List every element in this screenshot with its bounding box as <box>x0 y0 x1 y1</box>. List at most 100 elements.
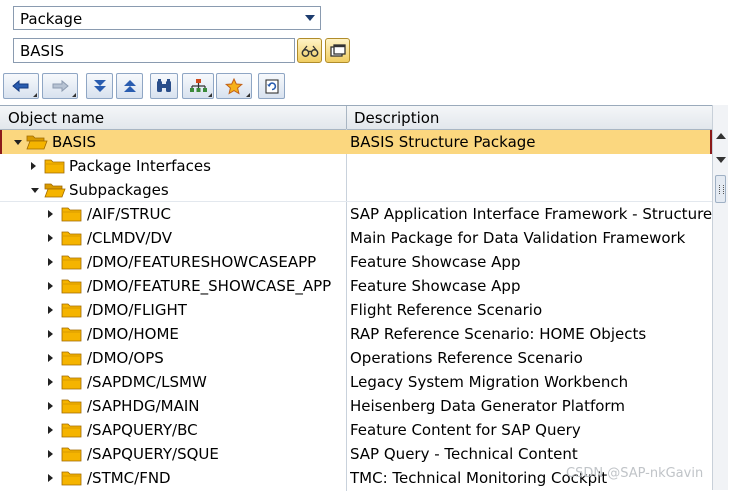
object-name-cell[interactable]: /DMO/FEATURESHOWCASEAPP <box>87 253 316 271</box>
folder-icon <box>61 231 82 246</box>
collapsed-node-icon[interactable] <box>48 330 53 338</box>
object-name-cell[interactable]: /DMO/FLIGHT <box>87 301 187 319</box>
folder-icon <box>61 303 82 318</box>
folder-icon <box>61 351 82 366</box>
tree-row[interactable]: Package Interfaces <box>0 154 712 178</box>
description-cell: BASIS Structure Package <box>350 133 536 151</box>
scroll-down-icon[interactable] <box>716 157 726 163</box>
tree-row[interactable]: BASIS BASIS Structure Package <box>0 130 712 154</box>
object-name-cell[interactable]: /CLMDV/DV <box>87 229 172 247</box>
back-arrow-icon <box>12 79 29 93</box>
collapsed-node-icon[interactable] <box>48 210 53 218</box>
tree-row[interactable]: /SAPDMC/LSMW Legacy System Migration Work… <box>0 370 712 394</box>
new-window-button[interactable] <box>325 38 350 63</box>
back-button[interactable] <box>3 73 39 99</box>
tree-row[interactable]: /DMO/FLIGHT Flight Reference Scenario <box>0 298 712 322</box>
folder-icon <box>61 279 82 294</box>
open-folder-icon <box>44 183 66 198</box>
favorites-star-icon <box>225 77 243 95</box>
tree-row[interactable]: /DMO/FEATURE_SHOWCASE_APP Feature Showcas… <box>0 274 712 298</box>
expand-subtree-button[interactable] <box>86 73 113 99</box>
collapsed-node-icon[interactable] <box>48 234 53 242</box>
description-cell: Legacy System Migration Workbench <box>350 373 629 391</box>
tree-row[interactable]: /DMO/FEATURESHOWCASEAPP Feature Showcase … <box>0 250 712 274</box>
hierarchy-button[interactable] <box>182 73 214 99</box>
description-cell: Flight Reference Scenario <box>350 301 543 319</box>
display-glasses-button[interactable] <box>297 38 322 63</box>
collapsed-node-icon[interactable] <box>48 378 53 386</box>
collapsed-node-icon[interactable] <box>48 402 53 410</box>
folder-icon <box>44 159 65 174</box>
watermark: CSDN @SAP-nkGavin <box>566 466 704 481</box>
object-name-input[interactable]: BASIS <box>13 38 295 63</box>
object-name-cell[interactable]: /STMC/FND <box>87 469 171 487</box>
collapsed-node-icon[interactable] <box>48 354 53 362</box>
folder-icon <box>61 255 82 270</box>
tree-row[interactable]: /SAPQUERY/BC Feature Content for SAP Quer… <box>0 418 712 442</box>
folder-icon <box>61 375 82 390</box>
tree-row[interactable]: Subpackages <box>0 178 712 202</box>
scroll-thumb[interactable] <box>715 175 726 203</box>
description-cell: SAP Query - Technical Content <box>350 445 578 463</box>
description-cell: Feature Showcase App <box>350 277 521 295</box>
object-name-cell[interactable]: /DMO/HOME <box>87 325 179 343</box>
tree-row[interactable]: /DMO/HOME RAP Reference Scenario: HOME Ob… <box>0 322 712 346</box>
vertical-scrollbar[interactable] <box>712 105 728 490</box>
object-type-dropdown[interactable]: Package <box>13 6 321 30</box>
tree-row[interactable]: /DMO/OPS Operations Reference Scenario <box>0 346 712 370</box>
collapsed-node-icon[interactable] <box>48 474 53 482</box>
collapsed-node-icon[interactable] <box>48 306 53 314</box>
collapsed-node-icon[interactable] <box>48 282 53 290</box>
find-button[interactable] <box>150 73 178 99</box>
favorites-button[interactable] <box>216 73 252 99</box>
column-header-description[interactable]: Description <box>354 109 439 127</box>
collapsed-node-icon[interactable] <box>48 426 53 434</box>
object-name-cell[interactable]: BASIS <box>52 133 96 151</box>
folder-icon <box>61 423 82 438</box>
collapsed-node-icon[interactable] <box>31 162 36 170</box>
object-name-cell[interactable]: Package Interfaces <box>69 157 211 175</box>
expanded-node-icon[interactable] <box>31 188 39 193</box>
folder-icon <box>61 207 82 222</box>
tree-header: Object name Description <box>0 106 712 130</box>
tree-row[interactable]: /AIF/STRUC SAP Application Interface Fram… <box>0 202 712 226</box>
object-tree: Object name Description BASIS BASIS Struc… <box>0 105 712 491</box>
object-name-cell[interactable]: /SAPQUERY/BC <box>87 421 198 439</box>
folder-icon <box>61 471 82 486</box>
folder-icon <box>61 399 82 414</box>
description-cell: Feature Showcase App <box>350 253 521 271</box>
object-name-cell[interactable]: /DMO/OPS <box>87 349 164 367</box>
tree-row[interactable]: /SAPHDG/MAIN Heisenberg Data Generator Pl… <box>0 394 712 418</box>
folder-icon <box>61 447 82 462</box>
tree-row[interactable]: /CLMDV/DV Main Package for Data Validatio… <box>0 226 712 250</box>
description-cell: Main Package for Data Validation Framewo… <box>350 229 686 247</box>
collapse-up-icon <box>123 80 136 92</box>
object-name-cell[interactable]: /SAPDMC/LSMW <box>87 373 207 391</box>
refresh-button[interactable] <box>258 73 285 99</box>
object-type-value: Package <box>20 10 83 28</box>
collapsed-node-icon[interactable] <box>48 258 53 266</box>
description-cell: Operations Reference Scenario <box>350 349 583 367</box>
expanded-node-icon[interactable] <box>14 140 22 145</box>
forward-button[interactable] <box>42 73 78 99</box>
description-cell: RAP Reference Scenario: HOME Objects <box>350 325 647 343</box>
folder-icon <box>61 327 82 342</box>
object-name-cell[interactable]: Subpackages <box>69 181 169 199</box>
collapse-subtree-button[interactable] <box>116 73 143 99</box>
hierarchy-icon <box>190 79 207 92</box>
description-cell: SAP Application Interface Framework - St… <box>350 205 712 223</box>
object-name-cell[interactable]: /DMO/FEATURE_SHOWCASE_APP <box>87 277 331 295</box>
description-cell: Heisenberg Data Generator Platform <box>350 397 625 415</box>
description-cell: Feature Content for SAP Query <box>350 421 581 439</box>
expand-down-icon <box>93 80 106 92</box>
collapsed-node-icon[interactable] <box>48 450 53 458</box>
binoculars-icon <box>157 79 171 92</box>
refresh-icon <box>264 78 279 94</box>
object-name-cell[interactable]: /SAPQUERY/SQUE <box>87 445 219 463</box>
scroll-up-icon[interactable] <box>716 133 726 139</box>
object-name-cell[interactable]: /SAPHDG/MAIN <box>87 397 200 415</box>
column-header-object-name[interactable]: Object name <box>8 109 104 127</box>
object-name-cell[interactable]: /AIF/STRUC <box>87 205 171 223</box>
tree-row[interactable]: /SAPQUERY/SQUE SAP Query - Technical Cont… <box>0 442 712 466</box>
chevron-down-icon[interactable] <box>300 7 320 29</box>
